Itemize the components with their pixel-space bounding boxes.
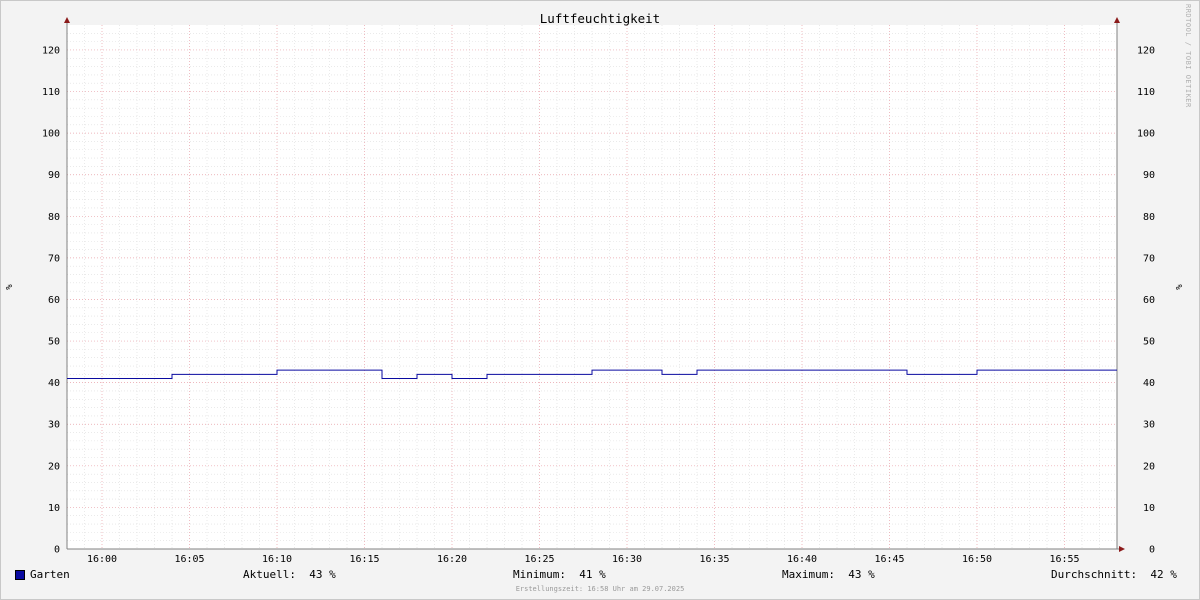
x-tick-label: 16:05 — [174, 554, 204, 565]
legend-minimum-value: 41 % — [579, 568, 606, 581]
y-tick-label-right: 90 — [1143, 170, 1155, 181]
y-tick-label-right: 30 — [1143, 420, 1155, 431]
x-tick-label: 16:35 — [699, 554, 729, 565]
y-tick-label-right: 100 — [1137, 129, 1155, 140]
y-tick-label-left: 30 — [48, 420, 60, 431]
y-tick-label-left: 70 — [48, 253, 60, 264]
y-tick-label-right: 60 — [1143, 295, 1155, 306]
legend-maximum-value: 43 % — [848, 568, 875, 581]
legend-maximum-label: Maximum: — [782, 568, 835, 581]
x-tick-label: 16:20 — [437, 554, 467, 565]
x-tick-label: 16:15 — [349, 554, 379, 565]
y-tick-label-right: 10 — [1143, 503, 1155, 514]
legend-minimum-label: Minimum: — [513, 568, 566, 581]
y-tick-label-left: 120 — [42, 45, 60, 56]
x-tick-label: 16:10 — [262, 554, 292, 565]
y-axis-label-right: % — [1175, 284, 1185, 290]
y-tick-label-right: 80 — [1143, 212, 1155, 223]
legend-minimum: Minimum: 41 % — [513, 568, 606, 581]
x-tick-label: 16:00 — [87, 554, 117, 565]
y-tick-label-right: 20 — [1143, 461, 1155, 472]
y-tick-label-left: 60 — [48, 295, 60, 306]
y-tick-label-left: 40 — [48, 378, 60, 389]
y-tick-label-right: 70 — [1143, 253, 1155, 264]
y-tick-label-right: 50 — [1143, 337, 1155, 348]
humidity-chart: 0 0 10 10 20 20 30 30 40 40 50 50 60 60 70 70 80 80 90 90 10… — [5, 11, 1185, 565]
y-axis-arrow-right — [1114, 17, 1120, 23]
legend-current-label: Aktuell: — [243, 568, 296, 581]
y-tick-label-right: 40 — [1143, 378, 1155, 389]
y-tick-label-left: 50 — [48, 337, 60, 348]
y-tick-label-left: 80 — [48, 212, 60, 223]
legend-average-value: 42 % — [1150, 568, 1177, 581]
x-tick-label: 16:45 — [874, 554, 904, 565]
y-tick-label-left: 10 — [48, 503, 60, 514]
legend-maximum: Maximum: 43 % — [782, 568, 875, 581]
y-tick-label-left: 110 — [42, 87, 60, 98]
x-tick-label: 16:40 — [787, 554, 817, 565]
y-axis-label-left: % — [5, 284, 15, 290]
legend-average: Durchschnitt: 42 % — [1051, 568, 1177, 581]
x-tick-label: 16:55 — [1049, 554, 1079, 565]
x-tick-label: 16:25 — [524, 554, 554, 565]
legend-average-label: Durchschnitt: — [1051, 568, 1138, 581]
legend-current: Aktuell: 43 % — [243, 568, 336, 581]
y-tick-label-left: 0 — [54, 545, 60, 556]
creation-time-footer: Erstellungszeit: 16:58 Uhr am 29.07.2025 — [515, 585, 685, 593]
legend-series-name: Garten — [30, 568, 70, 581]
legend-swatch-garten — [15, 570, 25, 580]
x-tick-label: 16:30 — [612, 554, 642, 565]
y-axis-arrow-left — [64, 17, 70, 23]
y-tick-label-left: 20 — [48, 461, 60, 472]
y-tick-label-right: 110 — [1137, 87, 1155, 98]
legend-current-value: 43 % — [309, 568, 336, 581]
chart-title: Luftfeuchtigkeit — [540, 11, 660, 26]
y-tick-label-right: 0 — [1149, 545, 1155, 556]
x-tick-label: 16:50 — [962, 554, 992, 565]
x-axis-arrow — [1119, 546, 1125, 552]
y-tick-label-left: 100 — [42, 129, 60, 140]
y-tick-label-right: 120 — [1137, 45, 1155, 56]
y-tick-label-left: 90 — [48, 170, 60, 181]
rrdtool-watermark: RRDTOOL / TOBI OETIKER — [1184, 4, 1192, 108]
